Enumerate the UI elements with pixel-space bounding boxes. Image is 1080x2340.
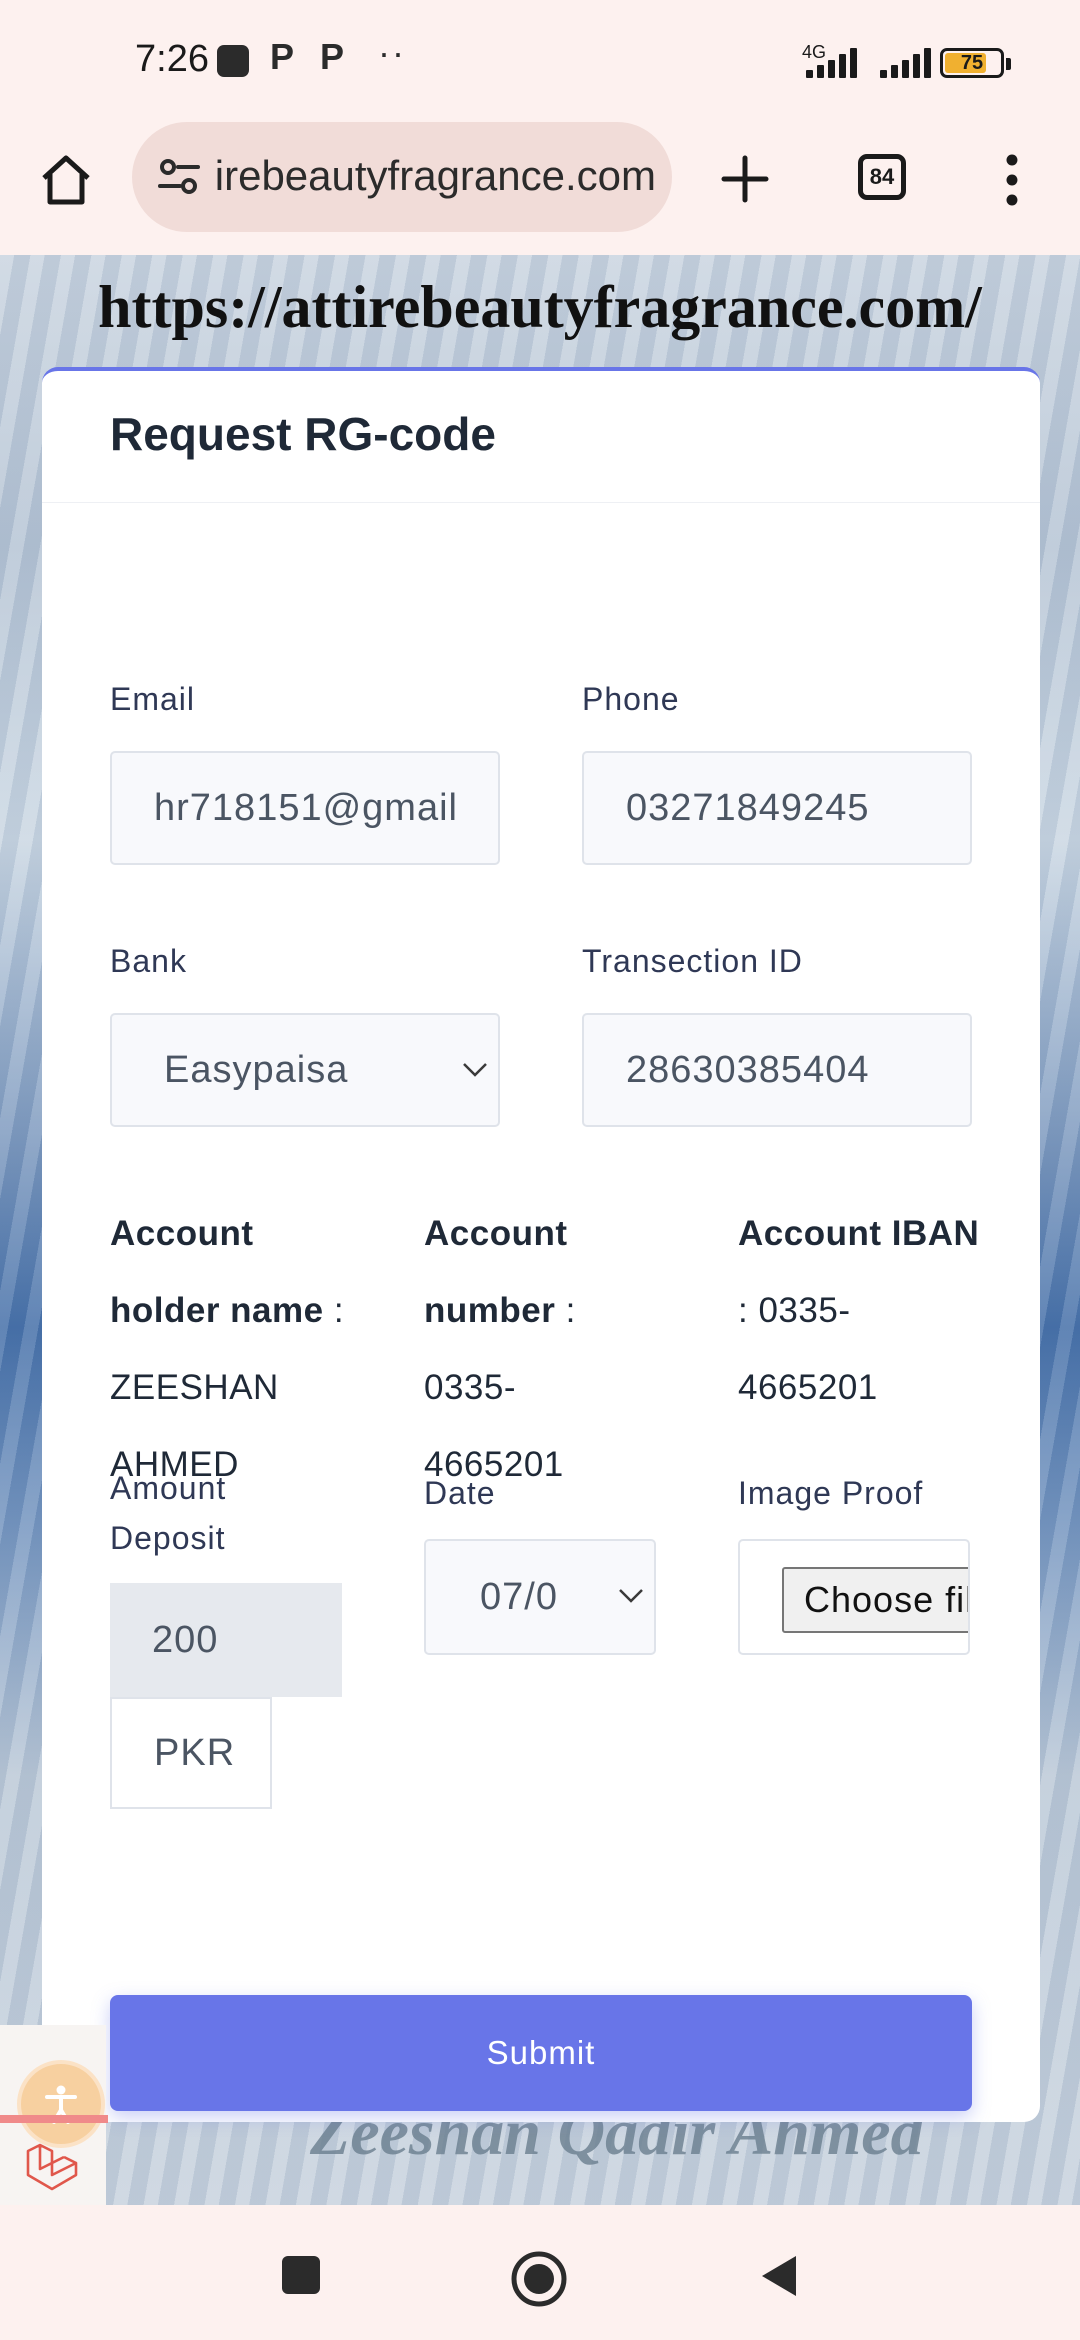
image-proof-input[interactable]: Choose file [738,1539,970,1655]
laravel-logo-icon [26,2143,78,2191]
request-form-card: Request RG-code Email hr718151@gmail Pho… [42,367,1040,2122]
bank-select-value: Easypaisa [164,1049,349,1091]
account-iban-label: Account IBAN [738,1214,980,1253]
phone-field[interactable]: 03271849245 [582,751,972,865]
battery-icon: 75 [940,48,1004,78]
app-notification-icon [217,45,249,77]
account-number-info: Account number : 0335-4665201 [424,1214,576,1484]
form-title: Request RG-code [110,408,496,460]
back-nav-icon[interactable] [758,2252,800,2300]
choose-file-button[interactable]: Choose file [782,1567,968,1633]
url-text[interactable]: attirebeautyfragrance.com [216,152,656,200]
more-notifications-icon: ·· [378,32,406,73]
chevron-down-icon [619,1589,643,1603]
transaction-id-field[interactable]: 28630385404 [582,1013,972,1127]
phone-label: Phone [582,681,680,717]
signal-icon [806,48,868,78]
tab-switcher-button[interactable]: 84 [858,154,906,200]
amount-deposit-label: Amount Deposit [110,1470,227,1556]
new-tab-icon[interactable] [720,154,770,204]
home-nav-icon[interactable] [510,2250,568,2308]
date-label: Date [424,1475,496,1511]
account-number-label: Account number [424,1214,568,1330]
bank-select[interactable]: Easypaisa [110,1013,500,1127]
submit-button[interactable]: Submit [110,1995,972,2111]
clock: 7:26 [135,38,209,80]
status-bar: 7:26 P P ·· 4G 75 [0,0,1080,120]
address-bar[interactable]: attirebeautyfragrance.com [132,122,672,232]
p-notification-icon: P [320,36,345,77]
banner-url: https://attirebeautyfragrance.com/ [98,274,982,340]
currency-addon: PKR [110,1697,272,1809]
amount-field[interactable]: 200 [110,1583,342,1697]
browser-toolbar: attirebeautyfragrance.com 84 [0,120,1080,255]
account-iban-info: Account IBAN : 0335-4665201 [738,1214,980,1407]
accessibility-button[interactable] [17,2060,105,2148]
email-label: Email [110,681,196,717]
email-field[interactable]: hr718151@gmail [110,751,500,865]
site-settings-icon[interactable] [156,154,202,200]
account-holder-info: Account holder name : ZEESHAN AHMED [110,1195,350,1503]
accessibility-indicator [0,2115,108,2123]
battery-level: 75 [960,52,984,74]
bank-label: Bank [110,943,187,979]
image-proof-label: Image Proof [738,1475,924,1511]
account-number-value: 0335-4665201 [424,1368,564,1484]
system-navigation-bar [0,2210,1080,2340]
recent-apps-icon[interactable] [280,2254,322,2296]
account-iban-value: 0335-4665201 [738,1291,878,1407]
more-menu-icon[interactable] [1002,152,1022,208]
signal-icon [880,48,942,78]
date-select-value: 07/0 [480,1576,558,1618]
account-holder-label: Account holder name [110,1214,324,1330]
p-notification-icon: P [270,36,295,77]
transaction-id-label: Transection ID [582,943,803,979]
chevron-down-icon [463,1063,487,1077]
web-content: https://attirebeautyfragrance.com/ Zeesh… [0,255,1080,2205]
date-select[interactable]: 07/0 [424,1539,656,1655]
home-icon[interactable] [38,152,94,208]
